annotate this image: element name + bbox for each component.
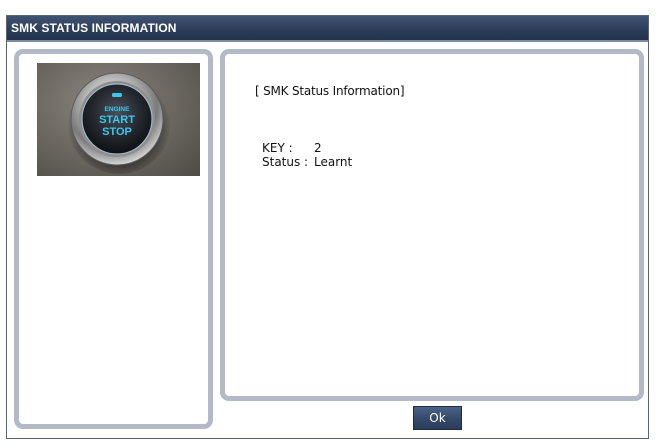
status-info-panel: [ SMK Status Information] KEY : 2 Status … [220,49,644,401]
key-label: KEY : [262,141,293,155]
left-image-panel: ENGINE START STOP [14,49,213,429]
start-label: START [99,114,135,126]
ok-button[interactable]: Ok [413,406,462,430]
window-title: SMK STATUS INFORMATION [7,16,648,42]
engine-start-stop-icon: ENGINE START STOP [37,63,200,176]
status-row: Status : Learnt [262,155,352,169]
status-label: Status : [262,155,309,169]
stop-label: STOP [102,126,132,138]
smk-status-window: SMK STATUS INFORMATION ENGINE START STOP… [6,15,649,439]
status-value: Learnt [314,155,353,169]
key-count-row: KEY : 2 [262,141,322,155]
engine-label: ENGINE [105,106,131,113]
start-stop-button-svg: ENGINE START STOP [67,70,171,174]
status-info-heading: [ SMK Status Information] [255,84,405,98]
key-value: 2 [314,141,322,155]
